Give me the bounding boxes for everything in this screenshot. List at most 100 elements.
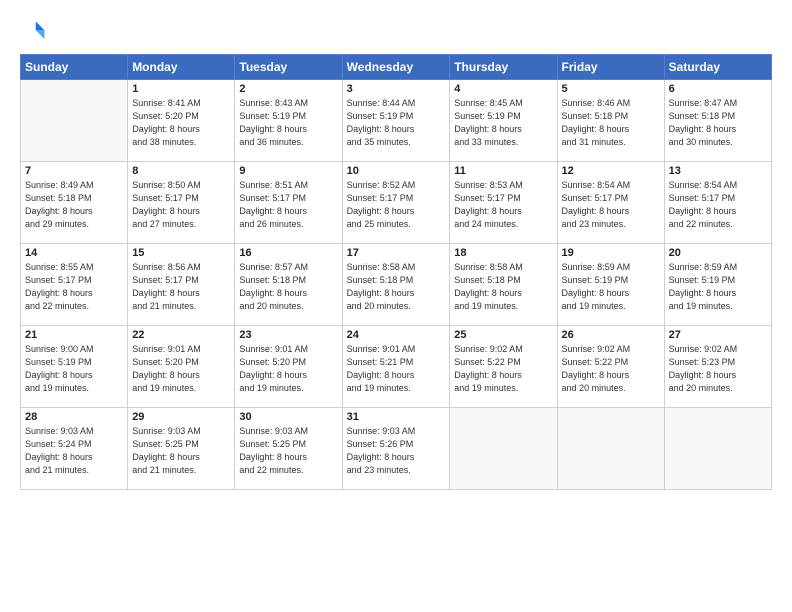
day-info: Sunrise: 9:03 AM Sunset: 5:25 PM Dayligh… — [132, 425, 230, 477]
day-number: 7 — [25, 165, 123, 177]
weekday-header-wednesday: Wednesday — [342, 55, 450, 80]
calendar-cell: 4 Sunrise: 8:45 AM Sunset: 5:19 PM Daylig… — [450, 80, 557, 162]
day-info: Sunrise: 8:51 AM Sunset: 5:17 PM Dayligh… — [239, 179, 337, 231]
week-row-4: 21 Sunrise: 9:00 AM Sunset: 5:19 PM Dayli… — [21, 326, 772, 408]
calendar-cell: 11Sunrise: 8:53 AM Sunset: 5:17 PM Dayli… — [450, 162, 557, 244]
calendar-cell — [450, 408, 557, 490]
calendar-cell: 1 Sunrise: 8:41 AM Sunset: 5:20 PM Daylig… — [128, 80, 235, 162]
calendar-cell — [557, 408, 664, 490]
calendar-cell: 14 Sunrise: 8:55 AM Sunset: 5:17 PM Dayli… — [21, 244, 128, 326]
day-number: 9 — [239, 165, 337, 177]
calendar-cell: 8 Sunrise: 8:50 AM Sunset: 5:17 PM Daylig… — [128, 162, 235, 244]
day-info: Sunrise: 9:02 AM Sunset: 5:23 PM Dayligh… — [669, 343, 767, 395]
week-row-1: 1 Sunrise: 8:41 AM Sunset: 5:20 PM Daylig… — [21, 80, 772, 162]
day-number: 21 — [25, 329, 123, 341]
calendar-cell — [664, 408, 771, 490]
calendar-cell: 5 Sunrise: 8:46 AM Sunset: 5:18 PM Daylig… — [557, 80, 664, 162]
day-number: 18 — [454, 247, 552, 259]
day-info: Sunrise: 8:54 AM Sunset: 5:17 PM Dayligh… — [669, 179, 767, 231]
calendar-cell: 16 Sunrise: 8:57 AM Sunset: 5:18 PM Dayli… — [235, 244, 342, 326]
calendar-cell: 6 Sunrise: 8:47 AM Sunset: 5:18 PM Daylig… — [664, 80, 771, 162]
calendar-cell: 7Sunrise: 8:49 AM Sunset: 5:18 PM Daylig… — [21, 162, 128, 244]
calendar-cell: 24 Sunrise: 9:01 AM Sunset: 5:21 PM Dayli… — [342, 326, 450, 408]
calendar-cell: 19 Sunrise: 8:59 AM Sunset: 5:19 PM Dayli… — [557, 244, 664, 326]
calendar-cell: 20Sunrise: 8:59 AM Sunset: 5:19 PM Dayli… — [664, 244, 771, 326]
day-info: Sunrise: 8:44 AM Sunset: 5:19 PM Dayligh… — [347, 97, 446, 149]
day-number: 25 — [454, 329, 552, 341]
day-info: Sunrise: 8:59 AM Sunset: 5:19 PM Dayligh… — [562, 261, 660, 313]
calendar-cell: 22 Sunrise: 9:01 AM Sunset: 5:20 PM Dayli… — [128, 326, 235, 408]
day-info: Sunrise: 9:03 AM Sunset: 5:24 PM Dayligh… — [25, 425, 123, 477]
day-number: 8 — [132, 165, 230, 177]
day-number: 1 — [132, 83, 230, 95]
day-info: Sunrise: 8:41 AM Sunset: 5:20 PM Dayligh… — [132, 97, 230, 149]
calendar-cell: 26 Sunrise: 9:02 AM Sunset: 5:22 PM Dayli… — [557, 326, 664, 408]
day-info: Sunrise: 8:47 AM Sunset: 5:18 PM Dayligh… — [669, 97, 767, 149]
header — [20, 18, 772, 46]
day-number: 31 — [347, 411, 446, 423]
calendar-cell: 28 Sunrise: 9:03 AM Sunset: 5:24 PM Dayli… — [21, 408, 128, 490]
day-number: 6 — [669, 83, 767, 95]
week-row-5: 28 Sunrise: 9:03 AM Sunset: 5:24 PM Dayli… — [21, 408, 772, 490]
day-number: 27 — [669, 329, 767, 341]
calendar-cell: 10 Sunrise: 8:52 AM Sunset: 5:17 PM Dayli… — [342, 162, 450, 244]
day-info: Sunrise: 9:00 AM Sunset: 5:19 PM Dayligh… — [25, 343, 123, 395]
day-number: 24 — [347, 329, 446, 341]
day-number: 10 — [347, 165, 446, 177]
weekday-header-saturday: Saturday — [664, 55, 771, 80]
day-info: Sunrise: 8:57 AM Sunset: 5:18 PM Dayligh… — [239, 261, 337, 313]
day-number: 4 — [454, 83, 552, 95]
weekday-header-row: SundayMondayTuesdayWednesdayThursdayFrid… — [21, 55, 772, 80]
day-number: 28 — [25, 411, 123, 423]
day-info: Sunrise: 8:54 AM Sunset: 5:17 PM Dayligh… — [562, 179, 660, 231]
weekday-header-friday: Friday — [557, 55, 664, 80]
day-number: 14 — [25, 247, 123, 259]
calendar-cell: 2Sunrise: 8:43 AM Sunset: 5:19 PM Daylig… — [235, 80, 342, 162]
day-info: Sunrise: 9:01 AM Sunset: 5:21 PM Dayligh… — [347, 343, 446, 395]
weekday-header-tuesday: Tuesday — [235, 55, 342, 80]
day-number: 22 — [132, 329, 230, 341]
day-info: Sunrise: 8:58 AM Sunset: 5:18 PM Dayligh… — [454, 261, 552, 313]
day-number: 23 — [239, 329, 337, 341]
day-number: 2 — [239, 83, 337, 95]
day-number: 30 — [239, 411, 337, 423]
calendar-cell: 18 Sunrise: 8:58 AM Sunset: 5:18 PM Dayli… — [450, 244, 557, 326]
weekday-header-sunday: Sunday — [21, 55, 128, 80]
day-number: 3 — [347, 83, 446, 95]
day-number: 16 — [239, 247, 337, 259]
day-number: 15 — [132, 247, 230, 259]
calendar-cell: 30 Sunrise: 9:03 AM Sunset: 5:25 PM Dayli… — [235, 408, 342, 490]
day-info: Sunrise: 8:50 AM Sunset: 5:17 PM Dayligh… — [132, 179, 230, 231]
day-info: Sunrise: 8:52 AM Sunset: 5:17 PM Dayligh… — [347, 179, 446, 231]
day-info: Sunrise: 9:02 AM Sunset: 5:22 PM Dayligh… — [454, 343, 552, 395]
day-info: Sunrise: 8:58 AM Sunset: 5:18 PM Dayligh… — [347, 261, 446, 313]
day-info: Sunrise: 8:56 AM Sunset: 5:17 PM Dayligh… — [132, 261, 230, 313]
calendar-cell: 9 Sunrise: 8:51 AM Sunset: 5:17 PM Daylig… — [235, 162, 342, 244]
day-number: 5 — [562, 83, 660, 95]
weekday-header-monday: Monday — [128, 55, 235, 80]
day-number: 17 — [347, 247, 446, 259]
weekday-header-thursday: Thursday — [450, 55, 557, 80]
day-info: Sunrise: 9:01 AM Sunset: 5:20 PM Dayligh… — [239, 343, 337, 395]
day-info: Sunrise: 8:45 AM Sunset: 5:19 PM Dayligh… — [454, 97, 552, 149]
page: SundayMondayTuesdayWednesdayThursdayFrid… — [0, 0, 792, 612]
day-info: Sunrise: 8:55 AM Sunset: 5:17 PM Dayligh… — [25, 261, 123, 313]
calendar-cell: 13Sunrise: 8:54 AM Sunset: 5:17 PM Dayli… — [664, 162, 771, 244]
day-number: 26 — [562, 329, 660, 341]
day-number: 12 — [562, 165, 660, 177]
day-info: Sunrise: 8:46 AM Sunset: 5:18 PM Dayligh… — [562, 97, 660, 149]
week-row-2: 7Sunrise: 8:49 AM Sunset: 5:18 PM Daylig… — [21, 162, 772, 244]
calendar-cell: 27 Sunrise: 9:02 AM Sunset: 5:23 PM Dayli… — [664, 326, 771, 408]
day-number: 19 — [562, 247, 660, 259]
calendar-cell: 15 Sunrise: 8:56 AM Sunset: 5:17 PM Dayli… — [128, 244, 235, 326]
calendar-table: SundayMondayTuesdayWednesdayThursdayFrid… — [20, 54, 772, 490]
calendar-cell: 23 Sunrise: 9:01 AM Sunset: 5:20 PM Dayli… — [235, 326, 342, 408]
day-info: Sunrise: 9:02 AM Sunset: 5:22 PM Dayligh… — [562, 343, 660, 395]
day-info: Sunrise: 9:01 AM Sunset: 5:20 PM Dayligh… — [132, 343, 230, 395]
calendar-cell: 29Sunrise: 9:03 AM Sunset: 5:25 PM Dayli… — [128, 408, 235, 490]
calendar-cell: 12 Sunrise: 8:54 AM Sunset: 5:17 PM Dayli… — [557, 162, 664, 244]
calendar-cell: 31Sunrise: 9:03 AM Sunset: 5:26 PM Dayli… — [342, 408, 450, 490]
day-info: Sunrise: 9:03 AM Sunset: 5:25 PM Dayligh… — [239, 425, 337, 477]
calendar-cell: 17 Sunrise: 8:58 AM Sunset: 5:18 PM Dayli… — [342, 244, 450, 326]
day-number: 11 — [454, 165, 552, 177]
